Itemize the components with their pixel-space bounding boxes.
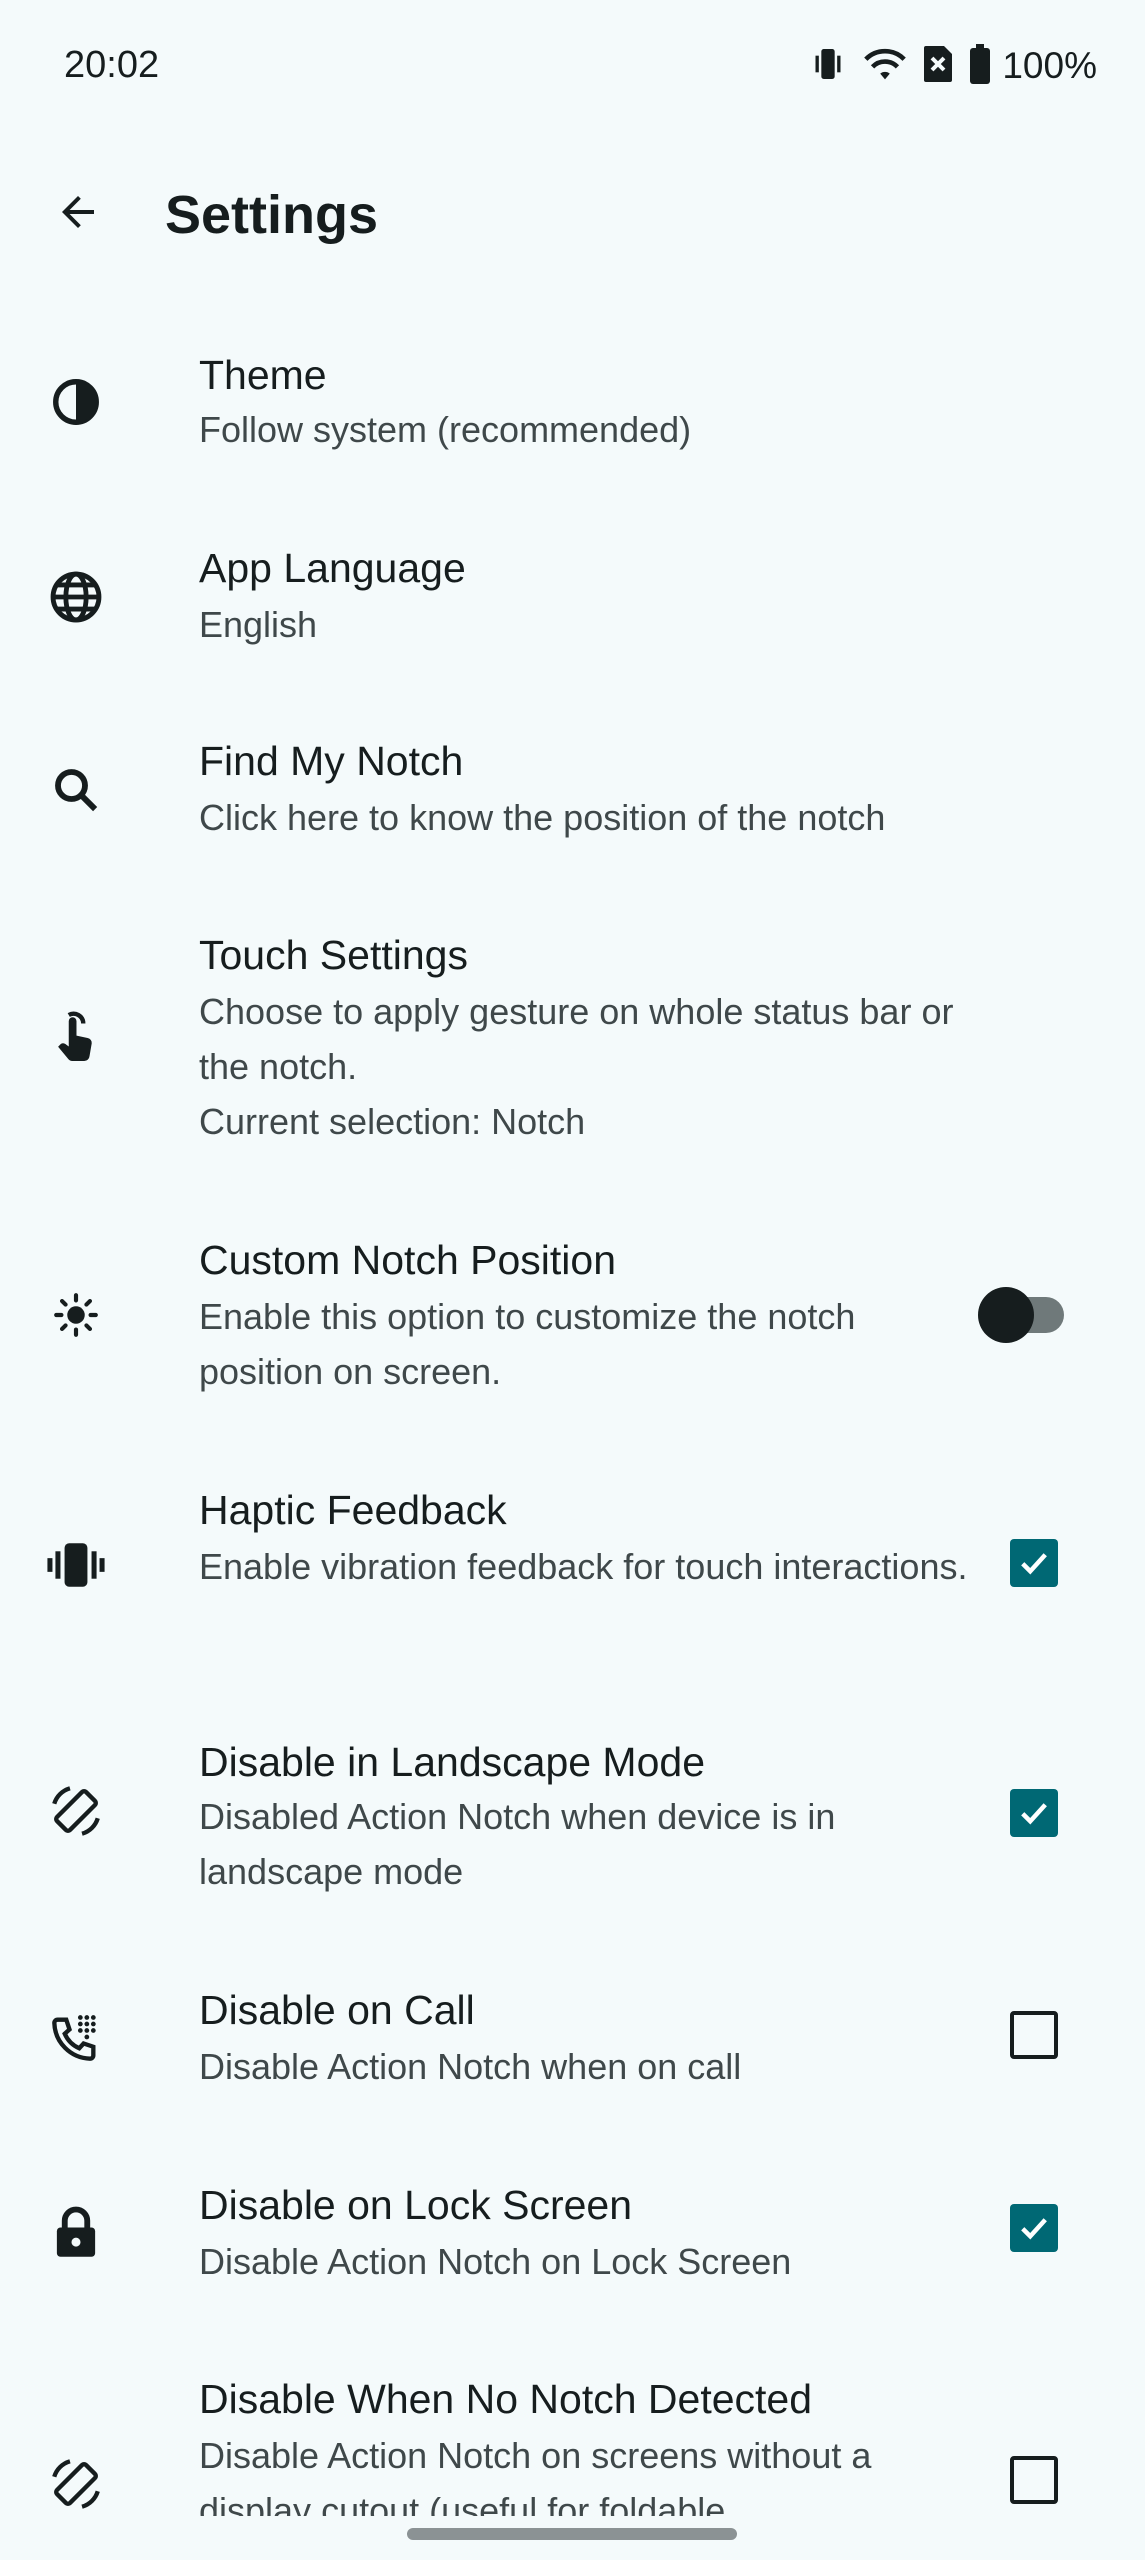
gesture-nav-handle[interactable] [407, 2528, 737, 2540]
setting-title: App Language [199, 545, 466, 591]
setting-title: Find My Notch [199, 738, 464, 784]
setting-title: Disable on Lock Screen [199, 2182, 633, 2228]
disable-on-call-checkbox[interactable] [1010, 2011, 1058, 2059]
setting-subtitle: Enable vibration feedback for touch inte… [199, 1546, 968, 1587]
setting-custom-notch-position[interactable]: Custom Notch Position Enable this option… [0, 1217, 1145, 1422]
setting-subtitle: Enable this option to customize the notc… [199, 1296, 856, 1392]
setting-touch-settings[interactable]: Touch Settings Choose to apply gesture o… [0, 912, 1145, 1172]
brightness-icon [40, 1279, 112, 1351]
settings-list: Theme Follow system (recommended) App La… [0, 0, 1145, 2560]
setting-title: Disable on Call [199, 1987, 475, 2033]
touch-icon [40, 1002, 112, 1074]
setting-disable-on-call[interactable]: Disable on Call Disable Action Notch whe… [0, 1967, 1145, 2117]
search-icon [40, 754, 112, 826]
setting-subtitle-selection: Current selection: Notch [199, 1101, 586, 1142]
setting-subtitle: Follow system (recommended) [199, 409, 692, 450]
setting-title: Touch Settings [199, 932, 468, 978]
toggle-thumb [978, 1287, 1034, 1343]
globe-icon [40, 561, 112, 633]
setting-disable-landscape[interactable]: Disable in Landscape Mode Disabled Actio… [0, 1717, 1145, 1922]
setting-subtitle: English [199, 604, 318, 645]
setting-app-language[interactable]: App Language English [0, 525, 1145, 675]
setting-title: Custom Notch Position [199, 1237, 617, 1283]
setting-disable-no-notch[interactable]: Disable When No Notch Detected Disable A… [0, 2356, 1145, 2516]
setting-title: Haptic Feedback [199, 1487, 507, 1533]
setting-subtitle: Choose to apply gesture on whole status … [199, 991, 954, 1087]
setting-theme[interactable]: Theme Follow system (recommended) [0, 330, 1145, 480]
setting-subtitle: Disable Action Notch when on call [199, 2046, 742, 2087]
setting-subtitle: Disable Action Notch on screens without … [199, 2435, 872, 2516]
setting-title: Theme [199, 352, 327, 398]
checkmark-icon [1021, 1803, 1047, 1825]
contrast-icon [40, 366, 112, 438]
disable-lock-screen-checkbox[interactable] [1010, 2204, 1058, 2252]
setting-haptic-feedback[interactable]: Haptic Feedback Enable vibration feedbac… [0, 1467, 1145, 1672]
setting-title: Disable in Landscape Mode [199, 1739, 705, 1785]
checkmark-icon [1021, 1553, 1047, 1575]
haptic-feedback-checkbox[interactable] [1010, 1539, 1058, 1587]
disable-landscape-checkbox[interactable] [1010, 1789, 1058, 1837]
setting-find-my-notch[interactable]: Find My Notch Click here to know the pos… [0, 718, 1145, 868]
screen-rotation-icon [40, 1775, 112, 1847]
lock-icon [40, 2196, 112, 2268]
setting-title: Disable When No Notch Detected [199, 2376, 813, 2422]
custom-notch-position-toggle[interactable] [978, 1287, 1074, 1343]
checkmark-icon [1021, 2218, 1047, 2240]
dialpad-phone-icon [40, 2001, 112, 2073]
setting-disable-lock-screen[interactable]: Disable on Lock Screen Disable Action No… [0, 2162, 1145, 2312]
setting-subtitle: Disable Action Notch on Lock Screen [199, 2241, 792, 2282]
screen-rotation-icon [40, 2448, 112, 2516]
setting-subtitle: Click here to know the position of the n… [199, 797, 886, 838]
disable-no-notch-checkbox[interactable] [1010, 2456, 1058, 2504]
vibration-icon [40, 1529, 112, 1601]
setting-subtitle: Disabled Action Notch when device is in … [199, 1796, 836, 1892]
